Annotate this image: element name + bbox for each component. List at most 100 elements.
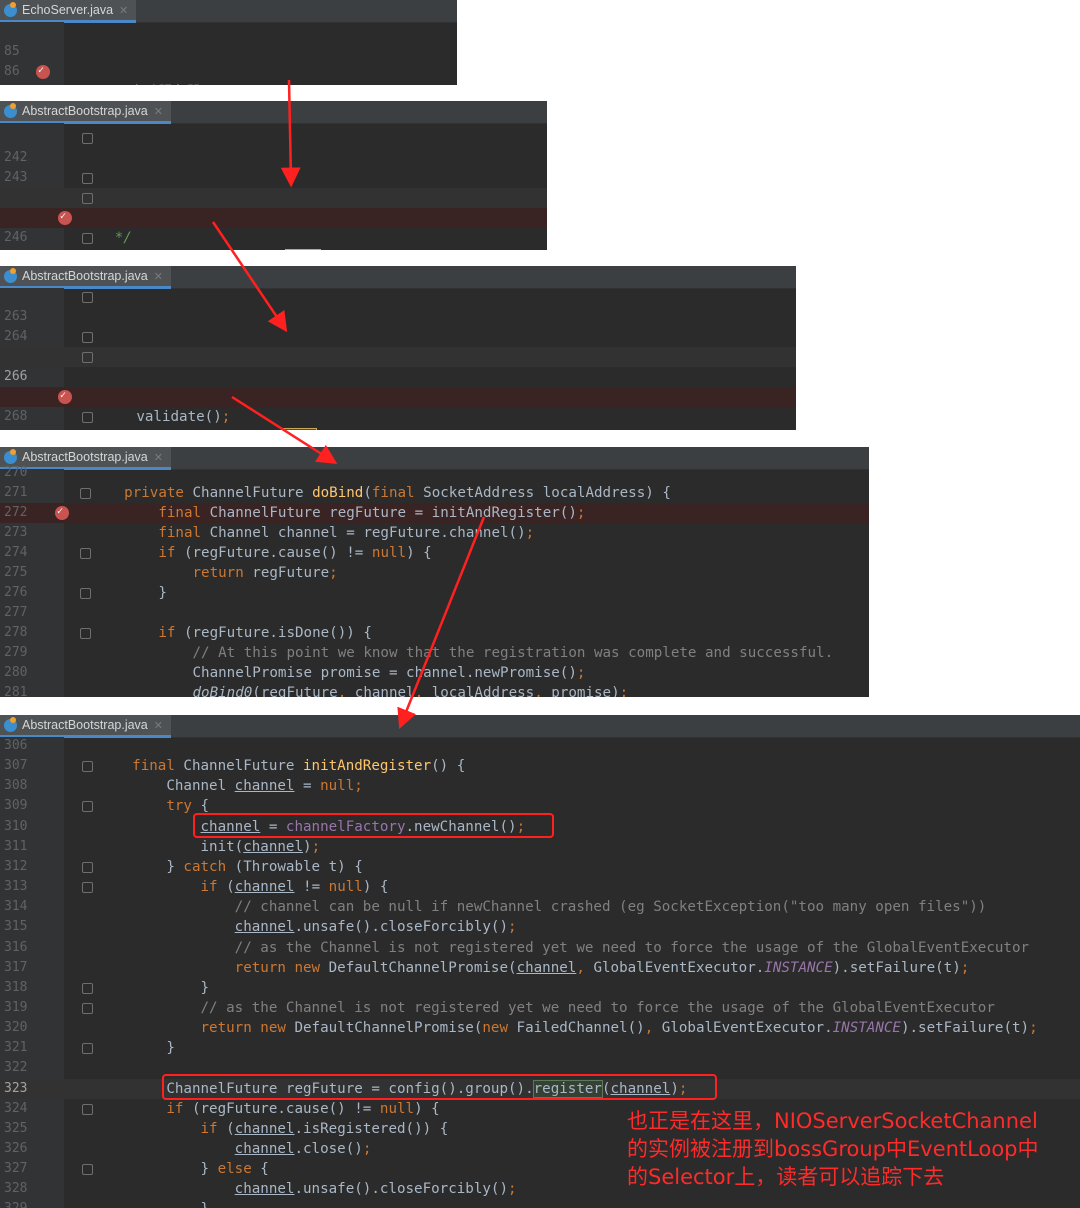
tab-abstractbootstrap[interactable]: AbstractBootstrap.java ✕ xyxy=(0,715,171,738)
code-line[interactable]: 280 ChannelPromise promise = channel.new… xyxy=(0,663,869,683)
tab-bar: AbstractBootstrap.java ✕ xyxy=(0,715,1080,738)
code-text: } catch (Throwable t) { xyxy=(98,858,363,875)
code-line[interactable]: 267 validate(); xyxy=(0,367,796,425)
code-line[interactable]: 315 channel.unsafe().closeForcibly(); xyxy=(0,917,1080,937)
fold-icon[interactable] xyxy=(82,982,93,994)
line-number: 277 xyxy=(4,605,28,620)
tab-abstractbootstrap[interactable]: AbstractBootstrap.java ✕ xyxy=(0,101,171,124)
fold-icon[interactable] xyxy=(82,332,93,343)
code-line[interactable]: 313 if (channel != null) { xyxy=(0,877,1080,897)
code-line[interactable]: 306 xyxy=(0,736,1080,756)
code-line[interactable]: 281 doBind0(regFuture, channel, localAdd… xyxy=(0,683,869,697)
close-icon[interactable]: ✕ xyxy=(154,451,163,464)
line-number: 320 xyxy=(4,1020,28,1036)
code-line[interactable]: 271 private ChannelFuture doBind(final S… xyxy=(0,483,869,503)
code-line[interactable]: 278 if (regFuture.isDone()) { xyxy=(0,623,869,643)
code-line[interactable]: 308 Channel channel = null; xyxy=(0,776,1080,796)
tab-abstractbootstrap[interactable]: AbstractBootstrap.java ✕ xyxy=(0,266,171,289)
code-text: channel.unsafe().closeForcibly(); xyxy=(234,919,517,936)
editor-panel-dobind: AbstractBootstrap.java ✕ 270 271 private… xyxy=(0,447,869,697)
line-number: 324 xyxy=(4,1100,28,1116)
code-line[interactable]: 319 // as the Channel is not registered … xyxy=(0,998,1080,1018)
editor-panel-bind-socketaddress: AbstractBootstrap.java ✕ 263 /** 264 * C… xyxy=(0,266,796,430)
code-line[interactable]: 320 return new DefaultChannelPromise(new… xyxy=(0,1018,1080,1038)
fold-icon[interactable] xyxy=(82,761,93,773)
fold-icon[interactable] xyxy=(82,1103,93,1115)
code-text: if (regFuture.isDone()) { xyxy=(158,625,372,641)
code-line[interactable]: 276 } xyxy=(0,583,869,603)
line-number: 314 xyxy=(4,899,28,915)
code-line-current[interactable]: 245 public ChannelFuture bind(int inetPo… xyxy=(0,188,547,250)
code-line-breakpoint[interactable]: 246 return bind(new InetSocketAddress(in… xyxy=(0,207,547,245)
breakpoint-icon[interactable] xyxy=(58,207,72,227)
code-line[interactable]: 311 init(channel); xyxy=(0,837,1080,857)
breakpoint-icon[interactable] xyxy=(36,61,50,81)
fold-icon[interactable] xyxy=(82,1164,93,1176)
annotation-text: 也正是在这里，NIOServerSocketChannel 的实例被注册到bos… xyxy=(627,1107,1039,1191)
code-line-breakpoint[interactable]: 268 return doBind(ObjectUtil.checkNotNul… xyxy=(0,386,796,424)
editor-panel-bind-int: AbstractBootstrap.java ✕ 242 /** 243 * C… xyxy=(0,101,547,250)
code-text: doBind0(regFuture, channel, localAddress… xyxy=(192,685,629,697)
code-line[interactable]: 275 return regFuture; xyxy=(0,563,869,583)
line-number: 281 xyxy=(4,685,28,697)
code-line-breakpoint[interactable]: 272 final ChannelFuture regFuture = init… xyxy=(0,502,869,523)
code-line[interactable]: 314 // channel can be null if newChannel… xyxy=(0,897,1080,917)
code-line-current[interactable]: 266 @ public ChannelFuture bind(SocketAd… xyxy=(0,347,796,430)
tab-bar: AbstractBootstrap.java ✕ xyxy=(0,101,547,124)
code-line[interactable]: 279 // At this point we know that the re… xyxy=(0,643,869,663)
fold-icon[interactable] xyxy=(82,801,93,813)
code-line[interactable]: 318 } xyxy=(0,978,1080,998)
line-number: 310 xyxy=(4,818,28,834)
close-icon[interactable]: ✕ xyxy=(154,270,163,283)
code-line-selected[interactable]: 87 ChannelFuture f = b.bind(PORT).sync()… xyxy=(0,61,457,85)
fold-icon[interactable] xyxy=(82,193,93,204)
java-class-icon xyxy=(4,448,17,464)
code-line[interactable]: 242 /** xyxy=(0,128,547,206)
line-number: 326 xyxy=(4,1141,28,1156)
code-line[interactable]: 244 */ xyxy=(0,168,547,246)
breakpoint-icon[interactable] xyxy=(58,386,72,406)
code-line[interactable]: 321 } xyxy=(0,1038,1080,1058)
fold-icon[interactable] xyxy=(82,292,93,303)
code-line[interactable]: 265 */ xyxy=(0,327,796,405)
fold-icon[interactable] xyxy=(82,861,93,873)
code-line[interactable]: 85 xyxy=(0,22,457,59)
fold-icon[interactable] xyxy=(82,133,93,144)
code-line[interactable]: 329 } xyxy=(0,1199,1080,1208)
fold-icon[interactable] xyxy=(82,233,93,244)
fold-icon[interactable] xyxy=(82,412,93,423)
code-line[interactable]: 273 final Channel channel = regFuture.ch… xyxy=(0,523,869,543)
code-line[interactable]: 274 if (regFuture.cause() != null) { xyxy=(0,543,869,563)
tab-label: AbstractBootstrap.java xyxy=(22,718,148,732)
line-number: 273 xyxy=(4,525,28,540)
code-line[interactable]: 269 } xyxy=(0,407,796,430)
tab-echoserver[interactable]: EchoServer.java ✕ xyxy=(0,0,137,23)
fold-icon[interactable] xyxy=(82,882,93,894)
code-line[interactable]: 270 xyxy=(0,463,869,483)
code-text: return new DefaultChannelPromise(new Fai… xyxy=(200,1020,1038,1037)
code-line[interactable]: 86 // 启动服务器 xyxy=(0,42,457,85)
code-text: } xyxy=(90,585,167,601)
close-icon[interactable]: ✕ xyxy=(154,719,163,732)
fold-icon[interactable] xyxy=(82,1043,93,1055)
line-number: 328 xyxy=(4,1181,28,1197)
breakpoint-icon[interactable] xyxy=(55,502,69,522)
code-line[interactable]: 247 } xyxy=(0,228,547,248)
close-icon[interactable]: ✕ xyxy=(154,105,163,118)
code-line[interactable]: 263 /** xyxy=(0,287,796,365)
code-line[interactable]: 316 // as the Channel is not registered … xyxy=(0,938,1080,958)
code-text: return new DefaultChannelPromise(channel… xyxy=(234,959,970,976)
line-number: 272 xyxy=(4,505,28,520)
fold-icon[interactable] xyxy=(82,352,93,363)
code-line[interactable]: 307 final ChannelFuture initAndRegister(… xyxy=(0,756,1080,776)
fold-icon[interactable] xyxy=(82,173,93,184)
code-line[interactable]: 317 return new DefaultChannelPromise(cha… xyxy=(0,958,1080,978)
code-line[interactable]: 277 xyxy=(0,603,869,623)
fold-icon[interactable] xyxy=(82,1002,93,1014)
line-number: 316 xyxy=(4,939,28,955)
code-line[interactable]: 264 * Create a new {@link Channel} and b… xyxy=(0,307,796,365)
code-text: if (channel.isRegistered()) { xyxy=(200,1120,449,1137)
code-line[interactable]: 243 * Create a new {@link Channel} and b… xyxy=(0,148,547,206)
close-icon[interactable]: ✕ xyxy=(119,4,128,17)
code-line[interactable]: 312 } catch (Throwable t) { xyxy=(0,857,1080,877)
